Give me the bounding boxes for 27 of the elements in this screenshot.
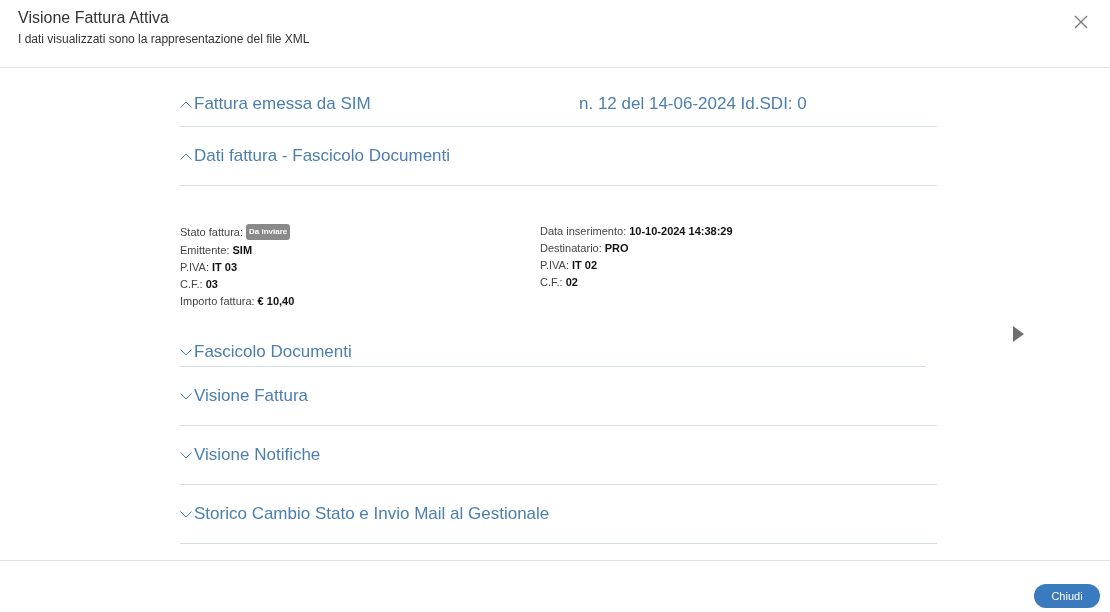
field-text: Importo fattura: € 10,40 [180,294,296,308]
chevron-up-icon [180,100,192,108]
section-header[interactable]: Visione Notifiche [180,426,937,485]
field-text: Data inserimento: 10-10-2024 14:38:29 [540,224,734,238]
section-header[interactable]: Storico Cambio Stato e Invio Mail al Gestionale [180,485,937,544]
section-header[interactable]: Visione Fattura [180,367,937,426]
close-button[interactable]: Chiudi [1034,584,1100,608]
section-header[interactable]: Fattura emessa da SIM n. 12 del 14-06-2024 Id.SDI: 0 [180,82,937,127]
field-text: C.F.: 02 [540,275,579,289]
field-text: P.IVA: IT 02 [540,258,599,272]
field-text: Destinatario: PRO [540,241,630,255]
status-badge: Da inviare [246,224,291,240]
dialog-subtitle: I dati visualizzati sono la rappresentazione del file XML [18,32,310,46]
chevron-down-icon [180,510,192,518]
field-text: Emittente: SIM [180,243,254,257]
section-header[interactable]: Dati fattura - Fascicolo Documenti [180,127,937,186]
chevron-up-icon [180,152,192,160]
field-label: Stato fattura: [180,225,243,239]
close-icon[interactable] [1074,15,1088,29]
section-header[interactable]: Fascicolo Documenti [180,338,926,367]
next-arrow-icon[interactable] [1013,326,1024,342]
chevron-down-icon [180,451,192,459]
chevron-down-icon [180,392,192,400]
field-text: C.F.: 03 [180,277,219,291]
field-text: P.IVA: IT 03 [180,260,239,274]
dialog-title: Visione Fattura Attiva [18,8,170,28]
chevron-down-icon [180,348,192,356]
